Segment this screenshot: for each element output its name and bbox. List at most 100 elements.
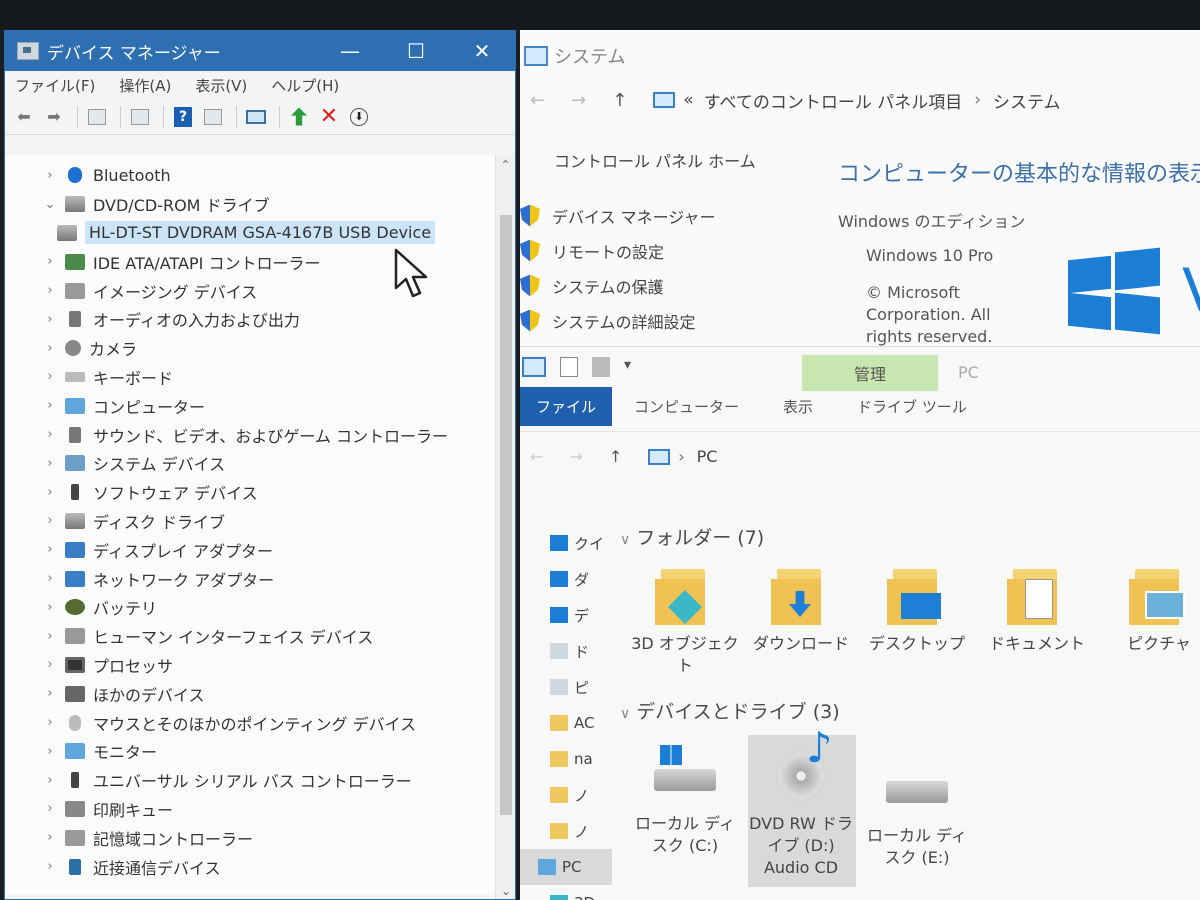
nav-pane-item[interactable]: 3D [520, 885, 612, 900]
nav-pane-item[interactable]: クイ [520, 525, 612, 561]
back-arrow-icon[interactable]: ⬅ [11, 104, 37, 130]
forward-icon[interactable]: → [569, 447, 582, 466]
forward-arrow-icon[interactable]: ➡ [41, 104, 67, 130]
remote-settings-link[interactable]: リモートの設定 [520, 233, 716, 268]
expand-chevron-icon[interactable]: › [39, 341, 61, 356]
folder-pictures[interactable]: ピクチャ [1104, 569, 1200, 655]
expand-chevron-icon[interactable]: › [39, 485, 61, 500]
expand-chevron-icon[interactable]: › [39, 542, 61, 557]
expand-chevron-icon[interactable]: › [39, 830, 61, 845]
scrollbar-thumb[interactable] [500, 215, 512, 815]
expand-chevron-icon[interactable]: › [39, 859, 61, 874]
expand-chevron-icon[interactable]: › [39, 369, 61, 384]
drive-dvd-d[interactable]: ♪ DVD RW ドライブ (D:) Audio CD [746, 727, 856, 879]
system-titlebar[interactable]: システム [520, 30, 1200, 82]
collapse-chevron-icon[interactable]: ⌄ [39, 197, 61, 212]
tree-node[interactable]: › プロセッサ [5, 651, 495, 680]
expand-chevron-icon[interactable]: › [39, 254, 61, 269]
tree-node[interactable]: › オーディオの入力および出力 [5, 305, 495, 334]
expand-chevron-icon[interactable]: › [39, 657, 61, 672]
nav-pane-item[interactable]: ノ [520, 777, 612, 813]
expand-chevron-icon[interactable]: › [39, 744, 61, 759]
expand-chevron-icon[interactable]: › [39, 513, 61, 528]
up-icon[interactable]: ↑ [609, 447, 622, 466]
menu-view[interactable]: 表示(V) [195, 75, 247, 96]
expand-chevron-icon[interactable]: › [39, 600, 61, 615]
nav-pane-item[interactable]: ノ [520, 813, 612, 849]
properties-icon[interactable] [127, 104, 153, 130]
tree-node[interactable]: › サウンド、ビデオ、およびゲーム コントローラー [5, 420, 495, 449]
address-location[interactable]: PC [697, 447, 718, 466]
expand-chevron-icon[interactable]: › [39, 629, 61, 644]
expand-chevron-icon[interactable]: › [39, 312, 61, 327]
menu-file[interactable]: ファイル(F) [15, 75, 95, 96]
tree-node[interactable]: › システム デバイス [5, 449, 495, 478]
disable-device-icon[interactable]: ⬇ [346, 104, 372, 130]
tree-node[interactable]: › バッテリ [5, 593, 495, 622]
folder-3d-objects[interactable]: 3D オブジェクト [630, 569, 740, 677]
tree-node[interactable]: › ほかのデバイス [5, 679, 495, 708]
tab-computer[interactable]: コンピューター [634, 396, 739, 417]
properties-check-icon[interactable] [560, 357, 578, 377]
devices-section-header[interactable]: ∨ デバイスとドライブ (3) [620, 697, 840, 724]
folder-documents[interactable]: ドキュメント [982, 569, 1092, 655]
folders-section-header[interactable]: ∨ フォルダー (7) [620, 523, 764, 550]
tree-node[interactable]: › ネットワーク アダプター [5, 564, 495, 593]
tree-node[interactable]: › 近接通信デバイス [5, 852, 495, 881]
tree-node[interactable]: › 印刷キュー [5, 795, 495, 824]
view-icon[interactable] [200, 104, 226, 130]
back-icon[interactable]: ← [530, 447, 543, 466]
close-button[interactable]: ✕ [449, 31, 515, 71]
scroll-up-icon[interactable]: ⌃ [496, 155, 515, 175]
folder-desktop[interactable]: デスクトップ [862, 569, 972, 655]
tree-node[interactable]: › Bluetooth [5, 161, 495, 190]
tree-node[interactable]: › モニター [5, 737, 495, 766]
tree-node[interactable]: › ヒューマン インターフェイス デバイス [5, 622, 495, 651]
nav-pane-item[interactable]: デ [520, 597, 612, 633]
tree-node[interactable]: › コンピューター [5, 391, 495, 420]
nav-pane-item[interactable]: AC [520, 705, 612, 741]
maximize-button[interactable]: ☐ [383, 31, 449, 71]
tree-node[interactable]: › ディスク ドライブ [5, 507, 495, 536]
tree-node[interactable]: HL-DT-ST DVDRAM GSA-4167B USB Device [5, 219, 495, 248]
expand-chevron-icon[interactable]: › [39, 801, 61, 816]
tab-file[interactable]: ファイル [520, 386, 613, 426]
tree-node[interactable]: › ソフトウェア デバイス [5, 478, 495, 507]
folder-downloads[interactable]: ダウンロード [746, 569, 856, 655]
drive-tools-context-tab[interactable]: 管理 [802, 355, 938, 391]
tree-node[interactable]: › 記憶域コントローラー [5, 823, 495, 852]
tab-view[interactable]: 表示 [783, 396, 813, 417]
tree-node[interactable]: › マウスとそのほかのポインティング デバイス [5, 708, 495, 737]
control-panel-home-link[interactable]: コントロール パネル ホーム [554, 148, 756, 172]
breadcrumb-parent[interactable]: すべてのコントロール パネル項目 [704, 88, 963, 113]
device-tree-scrollbar[interactable]: ⌃ ⌄ [495, 155, 515, 899]
expand-chevron-icon[interactable]: › [39, 398, 61, 413]
nav-pane-item[interactable]: PC [520, 849, 612, 885]
nav-pane-item[interactable]: na [520, 741, 612, 777]
expand-chevron-icon[interactable]: › [39, 427, 61, 442]
advanced-settings-link[interactable]: システムの詳細設定 [520, 303, 716, 338]
tree-node[interactable]: › カメラ [5, 334, 495, 363]
tree-node[interactable]: › ディスプレイ アダプター [5, 535, 495, 564]
expand-chevron-icon[interactable]: › [39, 773, 61, 788]
forward-icon[interactable]: → [571, 90, 586, 111]
breadcrumb-overflow[interactable]: « [683, 90, 693, 110]
drive-local-e[interactable]: ローカル ディスク (E:) [862, 757, 972, 869]
device-manager-titlebar[interactable]: デバイス マネージャー — ☐ ✕ [5, 31, 515, 71]
drive-local-c[interactable]: ローカル ディスク (C:) [630, 745, 740, 857]
breadcrumb-current[interactable]: システム [993, 88, 1061, 113]
expand-chevron-icon[interactable]: › [39, 456, 61, 471]
tab-drive-tools[interactable]: ドライブ ツール [857, 396, 967, 417]
expand-chevron-icon[interactable]: › [39, 283, 61, 298]
help-icon[interactable]: ? [170, 104, 196, 130]
expand-chevron-icon[interactable]: › [39, 715, 61, 730]
nav-pane-item[interactable]: ド [520, 633, 612, 669]
scan-hardware-icon[interactable] [243, 104, 269, 130]
nav-pane-item[interactable]: ダ [520, 561, 612, 597]
uninstall-device-icon[interactable]: ✕ [316, 104, 342, 130]
tree-node[interactable]: ⌄ DVD/CD-ROM ドライブ [5, 190, 495, 219]
device-manager-link[interactable]: デバイス マネージャー [520, 198, 716, 233]
nav-pane-item[interactable]: ピ [520, 669, 612, 705]
system-protection-link[interactable]: システムの保護 [520, 268, 716, 303]
up-icon[interactable]: ↑ [612, 90, 627, 111]
